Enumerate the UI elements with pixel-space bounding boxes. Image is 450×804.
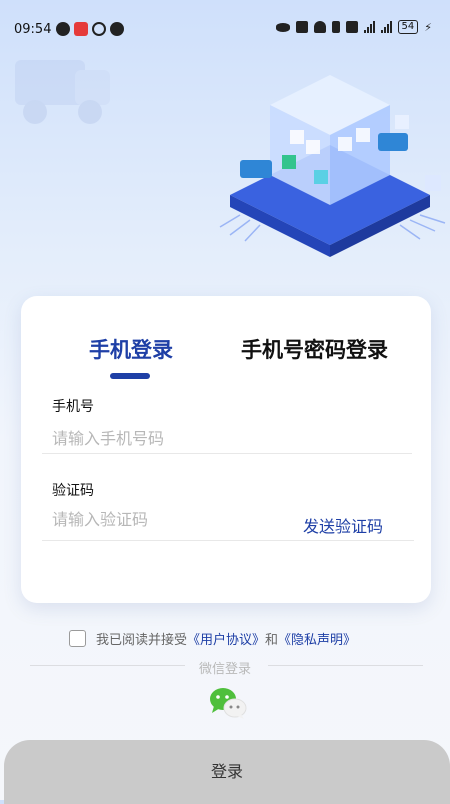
- agreement-row: 我已阅读并接受 《用户协议》 和 《隐私声明》: [69, 629, 356, 648]
- status-left-icons: [56, 22, 124, 36]
- eye-icon: [275, 22, 290, 32]
- location-icon: [92, 22, 106, 36]
- send-code-button[interactable]: 发送验证码: [303, 513, 383, 537]
- status-right-icons: 54 ⚡: [275, 20, 432, 34]
- mute-icon: [345, 21, 358, 33]
- phone-underline: [42, 453, 412, 454]
- tab-phone-login[interactable]: 手机登录: [89, 334, 173, 364]
- tab-indicator: [110, 373, 150, 379]
- message-icon: [110, 22, 124, 36]
- phone-input[interactable]: [52, 429, 412, 448]
- nfc-icon: [295, 21, 308, 33]
- logistics-cube-illustration: [219, 75, 446, 257]
- code-underline: [42, 540, 414, 541]
- truck-illustration: [15, 60, 110, 124]
- privacy-policy-link[interactable]: 《隐私声明》: [278, 629, 356, 648]
- agreement-checkbox[interactable]: [69, 630, 86, 647]
- code-input[interactable]: [52, 510, 272, 529]
- bank-icon: [74, 22, 88, 36]
- agreement-prefix: 我已阅读并接受: [96, 633, 188, 648]
- tab-password-login[interactable]: 手机号密码登录: [241, 334, 388, 364]
- login-card: 手机登录 手机号密码登录 手机号 验证码 发送验证码: [21, 296, 431, 603]
- wechat-login-label: 微信登录: [198, 662, 251, 677]
- status-time: 09:54: [14, 22, 52, 37]
- battery-icon: 54: [397, 20, 419, 34]
- agreement-and: 和: [265, 633, 279, 648]
- phone-label: 手机号: [52, 399, 94, 415]
- headphones-icon: [313, 21, 326, 33]
- login-button[interactable]: 登录: [4, 740, 450, 804]
- battery-saver-icon: [331, 21, 340, 33]
- heart-icon: [56, 22, 70, 36]
- user-agreement-link[interactable]: 《用户协议》: [187, 629, 265, 648]
- wechat-icon[interactable]: [208, 686, 248, 720]
- charging-icon: ⚡: [424, 20, 432, 34]
- code-label: 验证码: [52, 483, 94, 499]
- signal-5g-icon: [380, 21, 392, 33]
- signal-icon: [363, 21, 375, 33]
